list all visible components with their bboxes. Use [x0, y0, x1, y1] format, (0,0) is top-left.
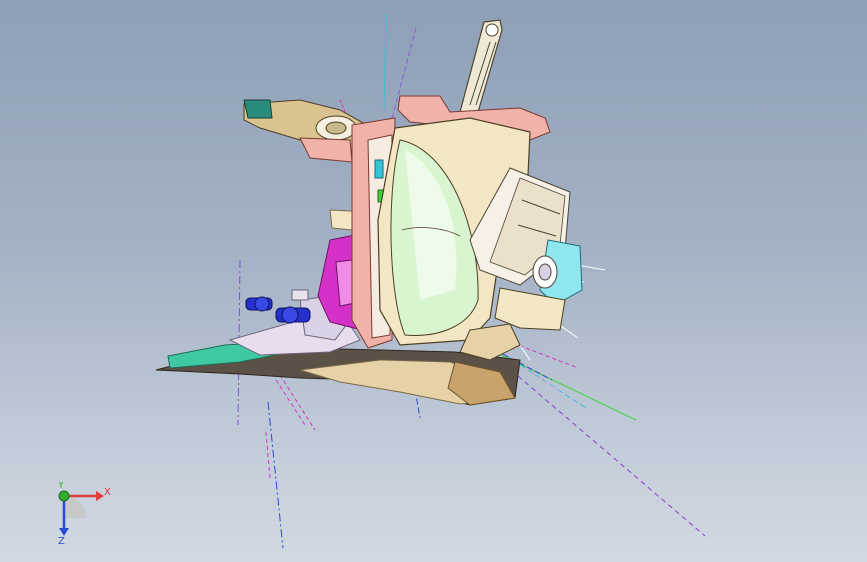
cad-viewport[interactable]: [0, 0, 867, 562]
bulb-assembly[interactable]: [245, 289, 311, 324]
adjuster-strip[interactable]: [459, 19, 503, 113]
x-axis-label: X: [104, 487, 111, 498]
z-axis-label: Z: [58, 536, 65, 546]
y-axis-label: Y: [57, 482, 65, 491]
x-axis-arrow: [96, 491, 104, 501]
y-axis-dot: [58, 490, 70, 502]
z-axis-arrow: [59, 528, 69, 536]
axis-triad: X Y Z: [57, 482, 111, 546]
